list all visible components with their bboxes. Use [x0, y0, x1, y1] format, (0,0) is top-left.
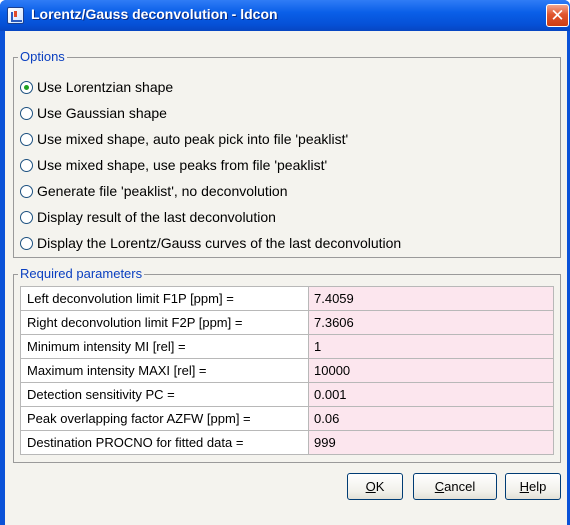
- max-intensity-input[interactable]: [308, 358, 554, 383]
- cancel-mnemonic: C: [434, 479, 445, 494]
- param-label: Detection sensitivity PC =: [20, 382, 309, 407]
- option-mixed-auto-peak-pick[interactable]: Use mixed shape, auto peak pick into fil…: [20, 129, 348, 149]
- radio-button[interactable]: [20, 236, 33, 250]
- cancel-label: ancel: [444, 479, 476, 494]
- param-row-right-limit: Right deconvolution limit F2P [ppm] =: [20, 310, 554, 335]
- dialog-body: Options Use Lorentzian shape Use Gaussia…: [5, 31, 567, 525]
- help-mnemonic: H: [519, 479, 530, 494]
- param-row-min-intensity: Minimum intensity MI [rel] =: [20, 334, 554, 359]
- option-label: Display result of the last deconvolution: [37, 209, 276, 225]
- ok-label: K: [375, 479, 385, 494]
- option-display-last-result[interactable]: Display result of the last deconvolution: [20, 207, 276, 227]
- required-parameters-group: Required parameters Left deconvolution l…: [13, 266, 561, 463]
- param-row-overlap-factor: Peak overlapping factor AZFW [ppm] =: [20, 406, 554, 431]
- procno-input[interactable]: [308, 430, 554, 455]
- options-group: Options Use Lorentzian shape Use Gaussia…: [13, 49, 561, 258]
- option-display-curves[interactable]: Display the Lorentz/Gauss curves of the …: [20, 233, 401, 253]
- param-row-procno: Destination PROCNO for fitted data =: [20, 430, 554, 455]
- radio-button[interactable]: [20, 158, 33, 172]
- param-row-max-intensity: Maximum intensity MAXI [rel] =: [20, 358, 554, 383]
- help-button[interactable]: Help: [505, 473, 561, 500]
- right-limit-input[interactable]: [308, 310, 554, 335]
- options-legend: Options: [18, 49, 67, 65]
- min-intensity-input[interactable]: [308, 334, 554, 359]
- option-label: Use Gaussian shape: [37, 105, 167, 121]
- cancel-button[interactable]: Cancel: [413, 473, 497, 500]
- option-label: Display the Lorentz/Gauss curves of the …: [37, 235, 402, 251]
- radio-button[interactable]: [20, 210, 33, 224]
- radio-button[interactable]: [20, 132, 33, 146]
- ok-mnemonic: O: [365, 479, 376, 494]
- close-icon[interactable]: ✕: [546, 4, 569, 27]
- param-label: Minimum intensity MI [rel] =: [20, 334, 309, 359]
- radio-button[interactable]: [20, 184, 33, 198]
- param-row-left-limit: Left deconvolution limit F1P [ppm] =: [20, 286, 554, 311]
- param-label: Peak overlapping factor AZFW [ppm] =: [20, 406, 309, 431]
- option-gaussian[interactable]: Use Gaussian shape: [20, 103, 167, 123]
- option-label: Use mixed shape, auto peak pick into fil…: [37, 131, 349, 147]
- ok-button[interactable]: OK: [347, 473, 403, 500]
- param-label: Left deconvolution limit F1P [ppm] =: [20, 286, 309, 311]
- parameters-legend: Required parameters: [18, 266, 145, 282]
- param-row-sensitivity: Detection sensitivity PC =: [20, 382, 554, 407]
- param-label: Right deconvolution limit F2P [ppm] =: [20, 310, 309, 335]
- radio-button[interactable]: [20, 106, 33, 120]
- param-label: Maximum intensity MAXI [rel] =: [20, 358, 309, 383]
- title-bar[interactable]: Lorentz/Gauss deconvolution - ldcon ✕: [0, 0, 570, 31]
- dialog-window: Lorentz/Gauss deconvolution - ldcon ✕ Op…: [0, 0, 570, 525]
- param-label: Destination PROCNO for fitted data =: [20, 430, 309, 455]
- option-label: Use Lorentzian shape: [37, 79, 174, 95]
- option-lorentzian[interactable]: Use Lorentzian shape: [20, 77, 173, 97]
- option-generate-peaklist[interactable]: Generate file 'peaklist', no deconvoluti…: [20, 181, 288, 201]
- app-icon: [7, 7, 24, 24]
- sensitivity-input[interactable]: [308, 382, 554, 407]
- option-mixed-use-peaklist[interactable]: Use mixed shape, use peaks from file 'pe…: [20, 155, 327, 175]
- option-label: Generate file 'peaklist', no deconvoluti…: [37, 183, 288, 199]
- window-title: Lorentz/Gauss deconvolution - ldcon: [31, 6, 278, 22]
- overlap-factor-input[interactable]: [308, 406, 554, 431]
- radio-button[interactable]: [20, 80, 33, 94]
- help-label: elp: [529, 479, 547, 494]
- left-limit-input[interactable]: [308, 286, 554, 311]
- option-label: Use mixed shape, use peaks from file 'pe…: [37, 157, 328, 173]
